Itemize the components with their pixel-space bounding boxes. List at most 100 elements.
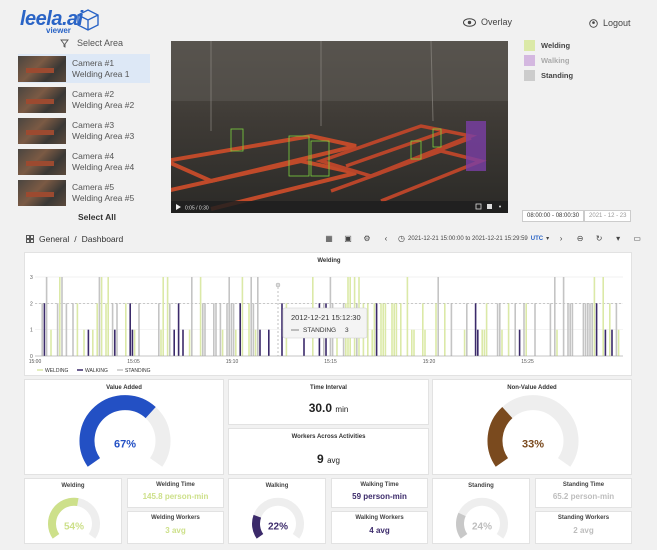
- activity-bar: [232, 303, 235, 356]
- legend-item-standing[interactable]: Standing: [524, 70, 573, 81]
- video-range: 08:00:00 - 08:00:30: [522, 210, 585, 222]
- activity-bar: [213, 303, 215, 356]
- activity-bar: [587, 303, 589, 356]
- activity-bar: [76, 303, 79, 356]
- legend-item-walking[interactable]: Walking: [524, 55, 569, 66]
- legend-label: Standing: [541, 71, 574, 80]
- activity-bar: [584, 303, 587, 356]
- chart-legend-label[interactable]: WALKING: [85, 368, 108, 374]
- activity-bar: [604, 329, 607, 356]
- activity-bar: [191, 277, 193, 356]
- camera-name: Camera #5: [72, 181, 115, 192]
- activity-bar: [83, 329, 85, 356]
- gauge-value: 24%: [472, 522, 492, 533]
- camera-item[interactable]: Camera #5 Welding Area #5: [18, 178, 150, 207]
- camera-item[interactable]: Camera #1 Welding Area 1: [18, 54, 150, 83]
- activity-gauge: 22%: [252, 497, 304, 539]
- grid-icon: [26, 235, 34, 243]
- activity-bar: [411, 329, 413, 356]
- tv-mode-icon[interactable]: ▭: [630, 232, 644, 245]
- activity-bar: [483, 329, 486, 356]
- activity-bar: [43, 303, 46, 356]
- activity-bar: [202, 303, 204, 356]
- activity-bar: [116, 303, 118, 356]
- activity-workers-value: 4 avg: [369, 526, 390, 535]
- camera-item[interactable]: Camera #2 Welding Area #2: [18, 85, 150, 114]
- chart-legend-label[interactable]: WELDING: [45, 368, 68, 374]
- breadcrumb-sep: /: [74, 234, 77, 244]
- activity-bar: [96, 303, 98, 356]
- x-tick-label: 15:05: [127, 359, 140, 365]
- activity-time-panel: Standing Time 65.2 person-min: [535, 478, 632, 508]
- overlay-toggle[interactable]: Overlay: [463, 17, 512, 27]
- x-tick-label: 15:00: [29, 359, 42, 365]
- activity-bar: [562, 277, 565, 356]
- camera-item[interactable]: Camera #3 Welding Area #3: [18, 116, 150, 145]
- activity-bar: [129, 303, 131, 356]
- select-all-button[interactable]: Select All: [78, 212, 116, 222]
- activity-bar: [114, 329, 116, 356]
- x-tick-label: 15:15: [324, 359, 337, 365]
- activity-time-value: 65.2 person-min: [552, 492, 615, 501]
- logo-sub: viewer: [46, 26, 71, 35]
- activity-bar: [160, 329, 162, 356]
- camera-area: Welding Area #4: [72, 161, 135, 172]
- camera-thumbnail: [18, 179, 66, 206]
- legend-item-welding[interactable]: Welding: [524, 40, 570, 51]
- time-range-picker[interactable]: ◷ 2021-12-21 15:00:00 to 2021-12-21 15:2…: [398, 234, 549, 243]
- activity-bar: [582, 303, 585, 356]
- chart-title: Welding: [317, 258, 341, 264]
- breadcrumb-section[interactable]: General: [39, 234, 69, 244]
- camera-area: Welding Area #3: [72, 130, 135, 141]
- logout-button[interactable]: Logout: [589, 18, 631, 28]
- activity-bar: [188, 329, 191, 356]
- zoom-out-icon[interactable]: ⊖: [573, 232, 587, 245]
- activity-bar: [422, 303, 424, 356]
- refresh-interval-icon[interactable]: ▾: [611, 232, 625, 245]
- add-panel-icon[interactable]: ▦: [322, 232, 336, 245]
- video-player[interactable]: 0:05 / 0:30: [171, 41, 508, 213]
- activity-bar: [59, 277, 61, 356]
- activity-bar: [391, 303, 393, 356]
- activity-bar: [481, 329, 483, 356]
- activity-bar: [87, 329, 90, 356]
- activity-gauge-panel: Walking 22%: [228, 478, 326, 544]
- select-area-label: Select Area: [77, 38, 124, 48]
- legend-label: Welding: [541, 41, 571, 50]
- activity-bar: [617, 329, 620, 356]
- camera-name: Camera #2: [72, 88, 115, 99]
- chevron-left-icon[interactable]: ‹: [379, 232, 393, 245]
- save-icon[interactable]: ▣: [341, 232, 355, 245]
- activity-bar: [523, 303, 525, 356]
- activity-bar: [380, 303, 382, 356]
- settings-icon[interactable]: ⚙: [360, 232, 374, 245]
- activity-bar: [525, 303, 527, 356]
- chart-legend-label[interactable]: STANDING: [125, 368, 151, 374]
- activity-time-panel: Walking Time 59 person-min: [331, 478, 428, 508]
- camera-area: Welding Area 1: [72, 68, 130, 79]
- timezone-label: UTC: [530, 235, 544, 242]
- activity-bar: [98, 277, 101, 356]
- value-added-panel: Value Added 67%: [24, 379, 224, 475]
- activity-bar: [413, 329, 415, 356]
- select-area-header[interactable]: Select Area: [60, 38, 123, 48]
- camera-item[interactable]: Camera #4 Welding Area #4: [18, 147, 150, 176]
- legend-swatch: [524, 55, 535, 66]
- gauge-fill: [79, 395, 156, 467]
- activity-workers-value: 3 avg: [165, 526, 186, 535]
- video-time: 0:05 / 0:30: [185, 206, 209, 212]
- funnel-icon: [60, 39, 69, 48]
- activity-gauge-panel: Welding 54%: [24, 478, 122, 544]
- activity-bar: [169, 303, 171, 356]
- activity-bar: [496, 303, 499, 356]
- activity-bar: [593, 277, 596, 356]
- activity-bar: [72, 303, 74, 356]
- chart-panel: Welding 0 1 2 3 15:00 15:05 15:10 15:15 15:20 15:2…: [24, 252, 632, 376]
- refresh-icon[interactable]: ↻: [592, 232, 606, 245]
- timeseries-chart: Welding012315:00 15:05 15:10 15:15 15:20 15:2…: [29, 258, 623, 374]
- chevron-right-icon[interactable]: ›: [554, 232, 568, 245]
- activity-bar: [252, 303, 255, 356]
- activity-bar: [609, 303, 611, 356]
- activity-bar: [61, 277, 63, 356]
- x-tick-label: 15:20: [423, 359, 436, 365]
